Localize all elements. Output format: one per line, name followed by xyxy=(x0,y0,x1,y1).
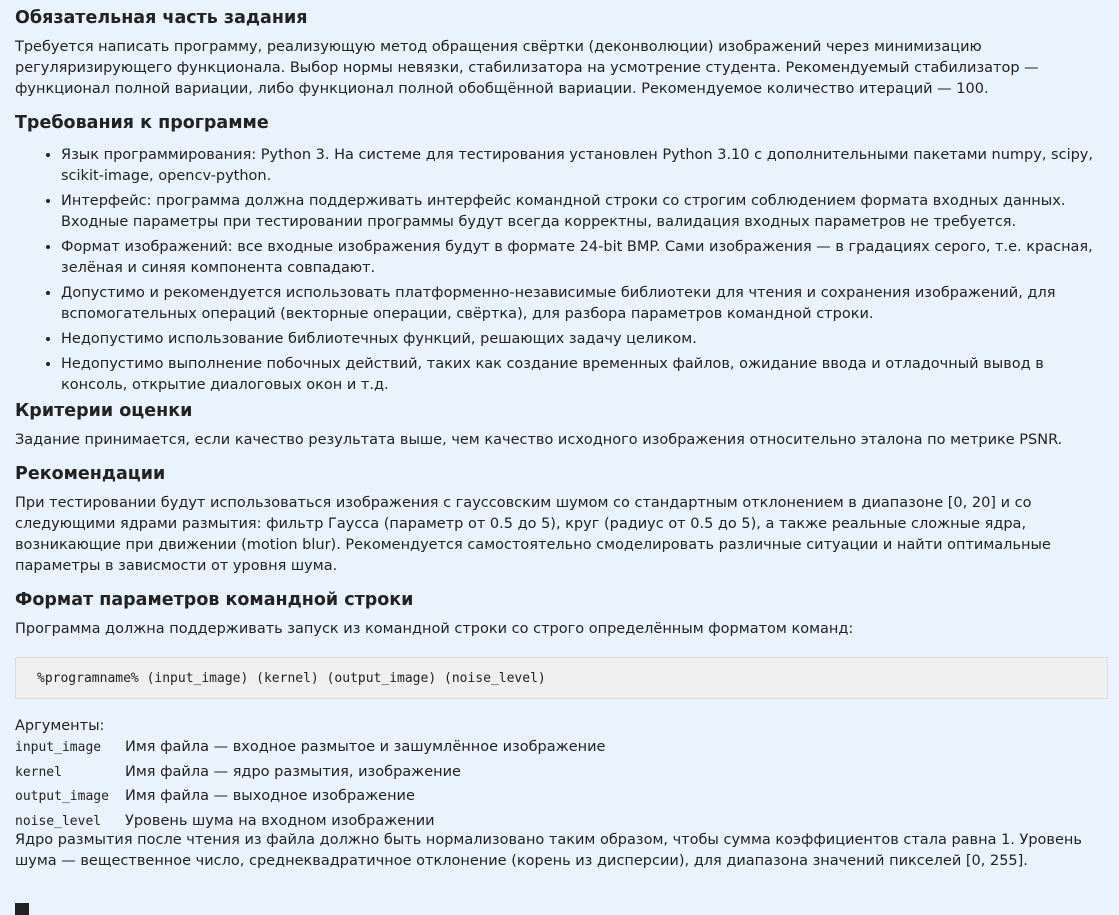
command-text: %programname% (input_image) (kernel) (ou… xyxy=(37,671,546,686)
section-body-mandatory: Требуется написать программу, реализующу… xyxy=(15,39,1039,97)
table-row: input_image Имя файла — входное размытое… xyxy=(15,737,605,762)
requirements-list: Язык программирования: Python 3. На сист… xyxy=(15,145,1108,396)
list-item: Интерфейс: программа должна поддерживать… xyxy=(61,191,1108,233)
arg-desc: Имя файла — ядро размытия, изображение xyxy=(125,763,461,780)
section-body-criteria: Задание принимается, если качество резул… xyxy=(15,432,1063,448)
arguments-label: Аргументы: xyxy=(15,718,105,734)
list-item: Формат изображений: все входные изображе… xyxy=(61,237,1108,279)
arguments-table: input_image Имя файла — входное размытое… xyxy=(15,737,605,835)
arg-name: input_image xyxy=(15,740,102,755)
section-title-mandatory: Обязательная часть задания xyxy=(15,8,308,28)
cli-format-intro: Программа должна поддерживать запуск из … xyxy=(15,621,854,637)
section-body-recommendations: При тестировании будут использоваться из… xyxy=(15,495,1051,574)
arg-desc: Имя файла — входное размытое и зашумлённ… xyxy=(125,739,606,755)
arg-name: output_image xyxy=(15,789,109,804)
section-title-requirements: Требования к программе xyxy=(15,113,269,133)
section-title-cli-format: Формат параметров командной строки xyxy=(15,590,414,610)
section-title-criteria: Критерии оценки xyxy=(15,401,193,421)
assignment-page: Обязательная часть задания Требуется нап… xyxy=(15,0,1108,872)
command-code-block: %programname% (input_image) (kernel) (ou… xyxy=(15,657,1108,699)
table-row: output_image Имя файла — выходное изобра… xyxy=(15,786,605,811)
list-item: Недопустимо использование библиотечных ф… xyxy=(61,329,1108,350)
table-row: kernel Имя файла — ядро размытия, изобра… xyxy=(15,762,605,787)
list-item: Недопустимо выполнение побочных действий… xyxy=(61,354,1108,396)
arg-name: kernel xyxy=(15,764,62,780)
section-title-recommendations: Рекомендации xyxy=(15,464,166,484)
list-item: Допустимо и рекомендуется использовать п… xyxy=(61,283,1108,325)
kernel-noise-note: Ядро размытия после чтения из файла долж… xyxy=(15,832,1082,869)
arg-desc: Имя файла — выходное изображение xyxy=(125,788,415,804)
next-section-heading-fragment xyxy=(15,903,29,915)
list-item: Язык программирования: Python 3. На сист… xyxy=(61,145,1108,187)
